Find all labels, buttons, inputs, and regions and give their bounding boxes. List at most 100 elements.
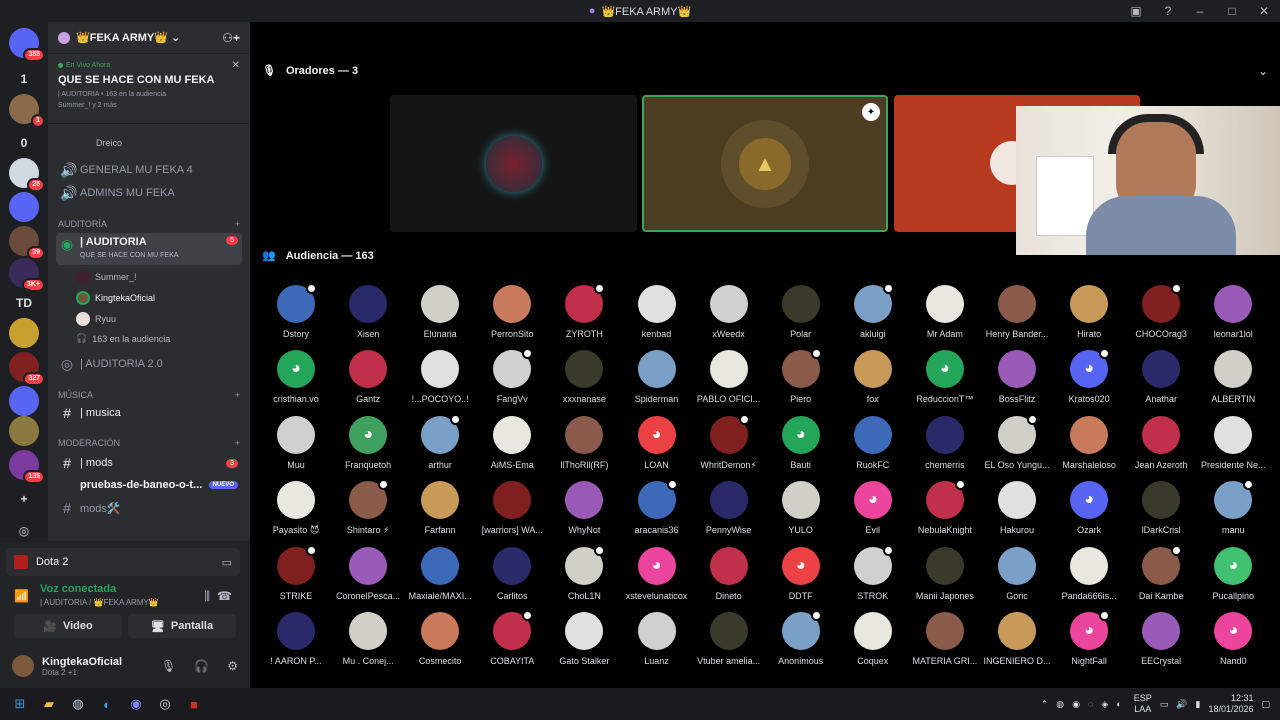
audience-member[interactable]: Farfann	[404, 481, 476, 535]
audience-member[interactable]: ALBERTIN	[1197, 350, 1269, 404]
notifications-icon[interactable]: ▢	[1261, 699, 1270, 710]
chevron-down-icon[interactable]: ⌄	[1258, 64, 1268, 78]
audience-member[interactable]: Henry Bander...	[981, 285, 1053, 339]
server-icon[interactable]: 1	[9, 64, 39, 94]
audience-member[interactable]: xxxnanase	[548, 350, 620, 404]
audience-member[interactable]: ◕ LOAN	[621, 415, 693, 470]
audience-member[interactable]: Coquex	[837, 612, 909, 666]
audience-member[interactable]: ◕ DDTF	[765, 546, 837, 601]
current-user[interactable]: KingtekaOficial Dota 2 +1 🎙 🎧 ⚙	[12, 650, 238, 682]
channel-musica[interactable]: # | musica	[56, 403, 242, 423]
audience-member[interactable]: Piero	[765, 348, 837, 404]
tray-icon[interactable]: ◉	[1072, 699, 1080, 710]
channel-general[interactable]: 🔊 GENERAL MU FEKA 4	[56, 160, 242, 180]
audience-member[interactable]: aracanis36	[621, 479, 693, 535]
server-icon[interactable]: 355	[9, 28, 45, 62]
obs-icon[interactable]: ◎	[153, 692, 177, 716]
audience-member[interactable]: Dstory	[260, 283, 332, 339]
close-icon[interactable]: ✕	[232, 60, 240, 71]
audience-member[interactable]: Xisen	[332, 285, 404, 339]
audience-member[interactable]: kenbad	[621, 285, 693, 339]
inbox-icon[interactable]: ▣	[1120, 4, 1152, 18]
audience-member[interactable]: ◕ Pucallpino	[1197, 546, 1269, 601]
audience-member[interactable]: EL Oso Yungu...	[981, 413, 1053, 470]
audience-member[interactable]: lDarkCrisl	[1125, 481, 1197, 535]
network-icon[interactable]: ▭	[1160, 699, 1169, 710]
server-icon[interactable]	[9, 192, 39, 222]
add-channel-icon[interactable]: +	[235, 390, 240, 400]
channel-mods[interactable]: # | mods 3	[56, 453, 242, 473]
audience-member[interactable]: ◕ NightFall	[1053, 610, 1125, 666]
audience-member[interactable]: manu	[1197, 479, 1269, 535]
file-explorer-icon[interactable]: ▰	[37, 692, 61, 716]
voice-user-ryuu[interactable]: Ryuu	[76, 312, 116, 326]
server-icon[interactable]	[9, 318, 39, 348]
category-auditoria[interactable]: AUDITORÍA +	[58, 219, 240, 229]
audience-member[interactable]: Polar	[765, 285, 837, 339]
audience-count[interactable]: 🎧 163 en la audiencia	[76, 333, 170, 344]
audience-member[interactable]: Marshaleloso	[1053, 415, 1125, 470]
tray-icon[interactable]: ◍	[1056, 699, 1064, 710]
audience-member[interactable]: YULO	[765, 481, 837, 535]
live-stage-banner[interactable]: En Vivo Ahora ✕ QUE SE HACE CON MU FEKA |…	[48, 54, 250, 124]
add-channel-icon[interactable]: +	[235, 219, 240, 229]
audience-member[interactable]: Cosmecito	[404, 612, 476, 666]
steam-icon[interactable]: ◍	[66, 692, 90, 716]
discord-taskbar-icon[interactable]: ◉	[124, 692, 148, 716]
maximize-button[interactable]: □	[1216, 4, 1248, 18]
audience-member[interactable]: ◕ ReduccionT™	[909, 350, 981, 404]
audience-member[interactable]: STRIKE	[260, 544, 332, 601]
audience-member[interactable]: Hirato	[1053, 285, 1125, 339]
audience-member[interactable]: [warriors] WA...	[476, 481, 548, 535]
microphone-icon[interactable]: 🎙	[161, 659, 176, 673]
audience-member[interactable]: Jean Azeroth	[1125, 415, 1197, 470]
help-icon[interactable]: ?	[1152, 4, 1184, 18]
language-indicator[interactable]: ESP LAA	[1134, 693, 1152, 715]
audience-member[interactable]: Shintaro ⚡	[332, 479, 404, 536]
audience-member[interactable]: ◕ xstevelunaticox	[621, 546, 693, 601]
audience-member[interactable]: PennyWise	[693, 481, 765, 535]
audience-member[interactable]: Elunaria	[404, 285, 476, 339]
audience-member[interactable]: Anonimous	[765, 610, 837, 666]
audience-member[interactable]: Muu	[260, 415, 332, 470]
voice-user-kingteka[interactable]: KingtekaOficial	[76, 291, 155, 305]
audience-member[interactable]: Dineto	[693, 546, 765, 601]
audience-member[interactable]: MATERIA GRI...	[909, 612, 981, 666]
server-icon[interactable]: 3K+	[9, 258, 45, 292]
audience-member[interactable]: Luanz	[621, 612, 693, 666]
add-member-icon[interactable]: ⚇+	[222, 31, 240, 45]
server-icon[interactable]: 39	[9, 226, 45, 260]
audience-member[interactable]: ChoL1N	[548, 544, 620, 601]
audience-member[interactable]: Manii Japones	[909, 546, 981, 601]
video-button[interactable]: 🎥 Video	[14, 614, 122, 638]
audience-member[interactable]: COBAYITA	[476, 610, 548, 666]
tray-icon[interactable]: ◐	[1116, 699, 1121, 709]
add-channel-icon[interactable]: +	[235, 438, 240, 448]
volume-icon[interactable]: 🔊	[1176, 699, 1187, 710]
audience-member[interactable]: PerronSito	[476, 285, 548, 339]
audience-member[interactable]: fox	[837, 350, 909, 404]
audience-member[interactable]: WhritDemon⚡	[693, 413, 765, 471]
battery-icon[interactable]: ▮	[1195, 699, 1200, 710]
channel-mods2[interactable]: # mods🛠️	[56, 498, 242, 518]
edge-icon[interactable]: ◐	[95, 692, 119, 716]
screen-share-icon[interactable]: ▭	[222, 556, 232, 569]
screen-button[interactable]: 🖥 Pantalla	[128, 614, 236, 638]
audience-member[interactable]: Carlitos	[476, 546, 548, 601]
audience-member[interactable]: ◕ Ozark	[1053, 481, 1125, 535]
voice-user-summer[interactable]: Summer_!	[76, 270, 137, 284]
tray-icon[interactable]: ◈	[1101, 699, 1108, 710]
audience-member[interactable]: Vtuber amelia...	[693, 612, 765, 666]
dota-taskbar-icon[interactable]: ■	[182, 692, 206, 716]
category-musica[interactable]: MÚSICA +	[58, 390, 240, 400]
audience-member[interactable]: ◕ Kratos020	[1053, 348, 1125, 404]
audience-member[interactable]: RuokFC	[837, 415, 909, 470]
audience-member[interactable]: ◕ Bauti	[765, 415, 837, 470]
audience-member[interactable]: Mr Adam	[909, 285, 981, 339]
tray-chevron-icon[interactable]: ⌃	[1041, 699, 1049, 710]
add-server-icon[interactable]: +	[9, 484, 39, 514]
tray-icon[interactable]: ◌	[1088, 699, 1093, 709]
voice-location[interactable]: | AUDITORIA / 👑FEKA ARMY👑	[14, 598, 236, 607]
settings-icon[interactable]: ⚙	[227, 659, 238, 673]
audience-member[interactable]: Presidente Ne...	[1197, 415, 1269, 470]
